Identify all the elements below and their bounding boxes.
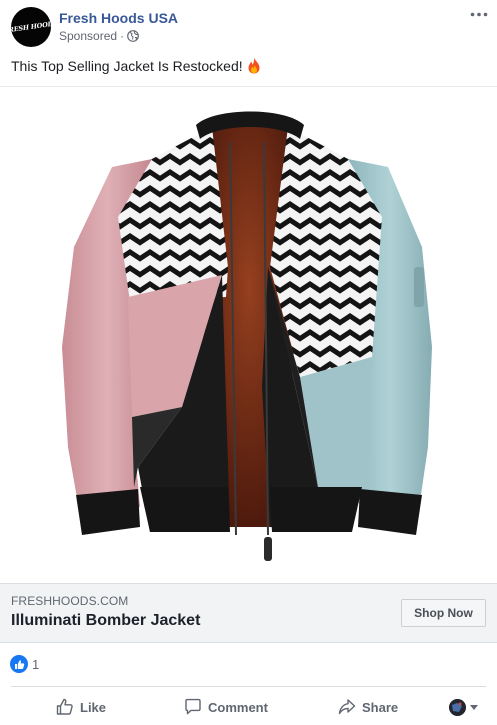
link-title[interactable]: Illuminati Bomber Jacket xyxy=(11,612,200,630)
globe-icon xyxy=(127,30,139,42)
shop-now-button[interactable]: Shop Now xyxy=(401,599,486,627)
thumbs-up-icon xyxy=(56,698,73,715)
caption-text: This Top Selling Jacket Is Restocked! xyxy=(11,57,243,74)
page-name-link[interactable]: Fresh Hoods USA xyxy=(59,10,178,26)
jacket-illustration xyxy=(62,111,432,561)
reaction-count: 1 xyxy=(32,656,40,672)
reactions-summary[interactable]: 1 xyxy=(10,654,39,674)
comment-label: Comment xyxy=(208,699,268,715)
comment-button[interactable]: Comment xyxy=(184,695,268,719)
share-icon xyxy=(338,699,356,715)
post-meta: Sponsored · xyxy=(59,29,139,43)
action-bar: Like Comment Share xyxy=(0,690,497,725)
like-icon xyxy=(10,655,28,673)
post-header: FRESH HOODS Fresh Hoods USA Sponsored · xyxy=(0,0,497,52)
chevron-down-icon xyxy=(470,704,478,710)
product-image[interactable] xyxy=(0,86,497,583)
actions-divider xyxy=(11,686,486,687)
share-button[interactable]: Share xyxy=(338,695,398,719)
user-avatar-icon xyxy=(449,698,466,716)
like-label: Like xyxy=(80,699,107,715)
like-button[interactable]: Like xyxy=(56,695,106,719)
share-label: Share xyxy=(362,699,399,715)
sponsored-label[interactable]: Sponsored xyxy=(59,29,117,43)
page-avatar[interactable]: FRESH HOODS xyxy=(11,7,51,47)
meta-separator: · xyxy=(120,29,125,43)
comment-icon xyxy=(185,698,201,715)
more-options-icon[interactable] xyxy=(469,6,489,22)
avatar-logo-text: FRESH HOODS xyxy=(11,19,51,35)
link-preview[interactable]: FRESHHOODS.COM Illuminati Bomber Jacket … xyxy=(0,583,497,643)
link-domain: FRESHHOODS.COM xyxy=(11,594,129,608)
fire-icon xyxy=(247,57,261,74)
sponsored-post: FRESH HOODS Fresh Hoods USA Sponsored · … xyxy=(0,0,497,725)
audience-selector[interactable] xyxy=(449,695,478,719)
post-caption: This Top Selling Jacket Is Restocked! xyxy=(11,57,261,74)
